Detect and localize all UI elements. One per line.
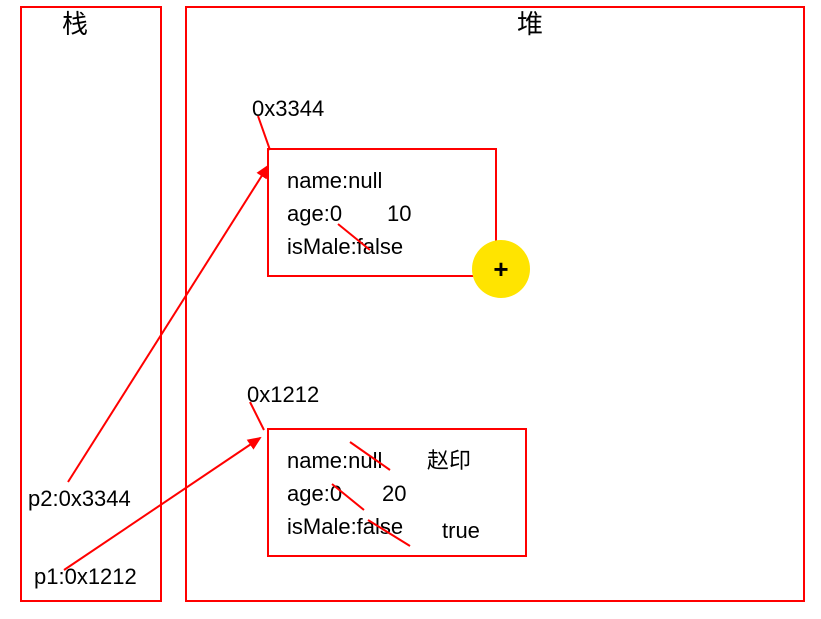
obj2-name-new: 赵印 [427, 444, 471, 477]
pointer-p2: p2:0x3344 [28, 486, 131, 512]
heap-title: 堆 [517, 4, 543, 41]
object2-address: 0x1212 [247, 382, 319, 408]
obj1-ismale-line: isMale:false [287, 230, 477, 263]
heap-region: 堆 0x3344 name:null age:0 10 isMale:false… [185, 6, 805, 602]
pointer-p1: p1:0x1212 [34, 564, 137, 590]
obj2-age-new: 20 [382, 477, 406, 510]
obj2-ismale-new: true [442, 514, 480, 547]
stack-title: 栈 [62, 4, 88, 41]
object1-address: 0x3344 [252, 96, 324, 122]
heap-object-1: name:null age:0 10 isMale:false [267, 148, 497, 277]
obj1-age-new: 10 [387, 197, 411, 230]
obj2-name-line: name:null [287, 448, 382, 473]
obj1-name-line: name:null [287, 164, 477, 197]
plus-icon: + [493, 254, 508, 285]
obj1-age-line: age:0 [287, 201, 342, 226]
stack-region: 栈 p2:0x3344 p1:0x1212 [20, 6, 162, 602]
cursor-highlight: + [472, 240, 530, 298]
heap-object-2: name:null 赵印 age:0 20 isMale:false true [267, 428, 527, 557]
obj2-age-line: age:0 [287, 481, 342, 506]
obj2-ismale-line: isMale:false [287, 514, 403, 539]
